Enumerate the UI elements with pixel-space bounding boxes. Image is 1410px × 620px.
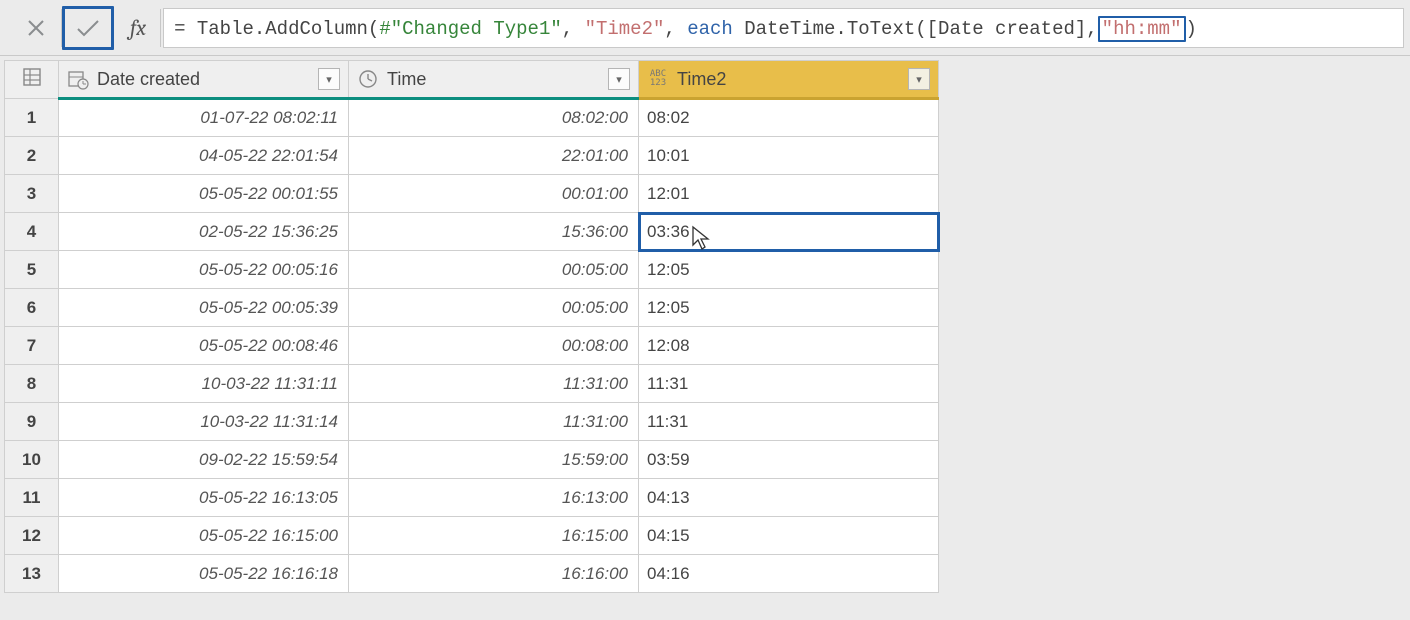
table-row: 402-05-22 15:36:2515:36:0003:36 [5, 213, 939, 251]
table-row: 910-03-22 11:31:1411:31:0011:31 [5, 403, 939, 441]
cell-date-created[interactable]: 05-05-22 16:13:05 [59, 479, 349, 517]
cell-time[interactable]: 15:36:00 [349, 213, 639, 251]
row-number[interactable]: 7 [5, 327, 59, 365]
table-row: 1105-05-22 16:13:0516:13:0004:13 [5, 479, 939, 517]
formula-token: , [664, 18, 687, 40]
cell-time[interactable]: 11:31:00 [349, 365, 639, 403]
cell-time2[interactable]: 12:08 [639, 327, 939, 365]
cell-time2[interactable]: 11:31 [639, 403, 939, 441]
datetime-icon [67, 68, 89, 90]
row-number[interactable]: 5 [5, 251, 59, 289]
row-number[interactable]: 12 [5, 517, 59, 555]
formula-bar: fx = Table.AddColumn(#"Changed Type1", "… [0, 0, 1410, 56]
formula-token: = [174, 18, 185, 40]
cell-time[interactable]: 15:59:00 [349, 441, 639, 479]
formula-token: "Time2" [585, 18, 665, 40]
table-row: 1009-02-22 15:59:5415:59:0003:59 [5, 441, 939, 479]
column-header-date-created[interactable]: Date created ▾ [59, 61, 349, 99]
formula-token: each [687, 18, 733, 40]
cell-time2[interactable]: 04:16 [639, 555, 939, 593]
cell-time[interactable]: 00:05:00 [349, 251, 639, 289]
table-row: 605-05-22 00:05:3900:05:0012:05 [5, 289, 939, 327]
cell-time2[interactable]: 12:01 [639, 175, 939, 213]
fx-label: fx [114, 9, 161, 47]
row-number[interactable]: 8 [5, 365, 59, 403]
formula-token: DateTime.ToText([Date created], [733, 18, 1098, 40]
x-icon [27, 19, 45, 37]
row-number[interactable]: 1 [5, 99, 59, 137]
cell-date-created[interactable]: 05-05-22 00:05:16 [59, 251, 349, 289]
check-icon [75, 18, 101, 38]
column-filter-button[interactable]: ▾ [318, 68, 340, 90]
column-label: Time2 [677, 69, 900, 90]
cell-time[interactable]: 00:01:00 [349, 175, 639, 213]
formula-input[interactable]: = Table.AddColumn(#"Changed Type1", "Tim… [163, 8, 1404, 48]
cell-date-created[interactable]: 05-05-22 00:08:46 [59, 327, 349, 365]
formula-token: , [562, 18, 585, 40]
clock-icon [357, 68, 379, 90]
table-row: 810-03-22 11:31:1111:31:0011:31 [5, 365, 939, 403]
row-number[interactable]: 9 [5, 403, 59, 441]
confirm-button[interactable] [62, 6, 114, 50]
cell-date-created[interactable]: 10-03-22 11:31:14 [59, 403, 349, 441]
table-row: 1305-05-22 16:16:1816:16:0004:16 [5, 555, 939, 593]
cell-time[interactable]: 22:01:00 [349, 137, 639, 175]
cell-date-created[interactable]: 04-05-22 22:01:54 [59, 137, 349, 175]
cell-date-created[interactable]: 05-05-22 16:16:18 [59, 555, 349, 593]
column-filter-button[interactable]: ▾ [608, 68, 630, 90]
row-number[interactable]: 4 [5, 213, 59, 251]
column-filter-button[interactable]: ▾ [908, 68, 930, 90]
cell-date-created[interactable]: 10-03-22 11:31:11 [59, 365, 349, 403]
header-row: Date created ▾ Time ▾ [5, 61, 939, 99]
row-number[interactable]: 3 [5, 175, 59, 213]
table-row: 705-05-22 00:08:4600:08:0012:08 [5, 327, 939, 365]
cell-date-created[interactable]: 01-07-22 08:02:11 [59, 99, 349, 137]
formula-token: #"Changed Type1" [379, 18, 561, 40]
cell-time2[interactable]: 03:59 [639, 441, 939, 479]
cell-time2[interactable]: 03:36 [639, 213, 939, 251]
column-label: Date created [97, 69, 310, 90]
row-number[interactable]: 11 [5, 479, 59, 517]
cell-time[interactable]: 00:05:00 [349, 289, 639, 327]
cell-time[interactable]: 16:16:00 [349, 555, 639, 593]
cell-date-created[interactable]: 05-05-22 00:01:55 [59, 175, 349, 213]
cell-time[interactable]: 08:02:00 [349, 99, 639, 137]
select-all-corner[interactable] [5, 61, 59, 99]
cell-time2[interactable]: 08:02 [639, 99, 939, 137]
cell-time2[interactable]: 11:31 [639, 365, 939, 403]
cancel-button[interactable] [10, 9, 62, 47]
cell-time[interactable]: 00:08:00 [349, 327, 639, 365]
cell-time[interactable]: 16:13:00 [349, 479, 639, 517]
cell-date-created[interactable]: 02-05-22 15:36:25 [59, 213, 349, 251]
row-number[interactable]: 10 [5, 441, 59, 479]
column-header-time[interactable]: Time ▾ [349, 61, 639, 99]
cell-date-created[interactable]: 05-05-22 16:15:00 [59, 517, 349, 555]
column-header-time2[interactable]: ABC 123 Time2 ▾ [639, 61, 939, 99]
cell-date-created[interactable]: 09-02-22 15:59:54 [59, 441, 349, 479]
data-preview-table: Date created ▾ Time ▾ [4, 60, 939, 593]
cell-date-created[interactable]: 05-05-22 00:05:39 [59, 289, 349, 327]
row-number[interactable]: 13 [5, 555, 59, 593]
formula-format-highlight: "hh:mm" [1098, 16, 1186, 42]
row-number[interactable]: 6 [5, 289, 59, 327]
cursor-icon [691, 225, 713, 251]
formula-token: ) [1186, 18, 1197, 40]
table-row: 1205-05-22 16:15:0016:15:0004:15 [5, 517, 939, 555]
column-label: Time [387, 69, 600, 90]
cell-time2[interactable]: 04:13 [639, 479, 939, 517]
cell-time[interactable]: 11:31:00 [349, 403, 639, 441]
table-row: 204-05-22 22:01:5422:01:0010:01 [5, 137, 939, 175]
table-row: 101-07-22 08:02:1108:02:0008:02 [5, 99, 939, 137]
formula-token: Table.AddColumn( [185, 18, 379, 40]
cell-time[interactable]: 16:15:00 [349, 517, 639, 555]
any-type-icon: ABC 123 [647, 68, 669, 90]
table-icon [22, 67, 42, 87]
table-row: 305-05-22 00:01:5500:01:0012:01 [5, 175, 939, 213]
cell-time2[interactable]: 12:05 [639, 289, 939, 327]
cell-time2[interactable]: 12:05 [639, 251, 939, 289]
cell-time2[interactable]: 04:15 [639, 517, 939, 555]
row-number[interactable]: 2 [5, 137, 59, 175]
cell-time2[interactable]: 10:01 [639, 137, 939, 175]
table-row: 505-05-22 00:05:1600:05:0012:05 [5, 251, 939, 289]
